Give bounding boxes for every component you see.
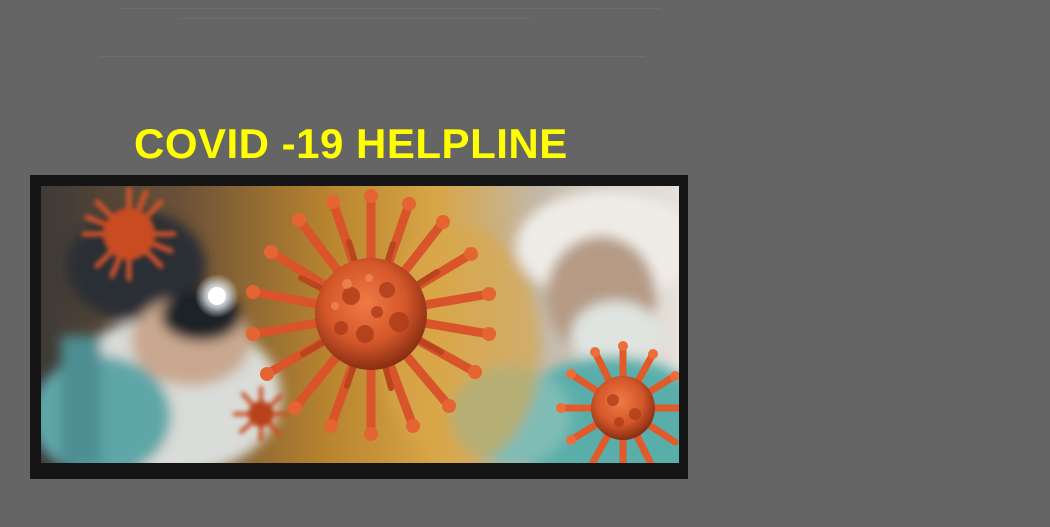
divider-line — [120, 8, 660, 9]
page-title: COVID -19 HELPLINE — [134, 120, 568, 167]
covid-illustration — [41, 186, 679, 463]
divider-line — [180, 18, 530, 19]
image-frame — [30, 175, 688, 479]
helpline-banner: COVID -19 HELPLINE — [0, 0, 1050, 527]
divider-line — [100, 56, 645, 57]
